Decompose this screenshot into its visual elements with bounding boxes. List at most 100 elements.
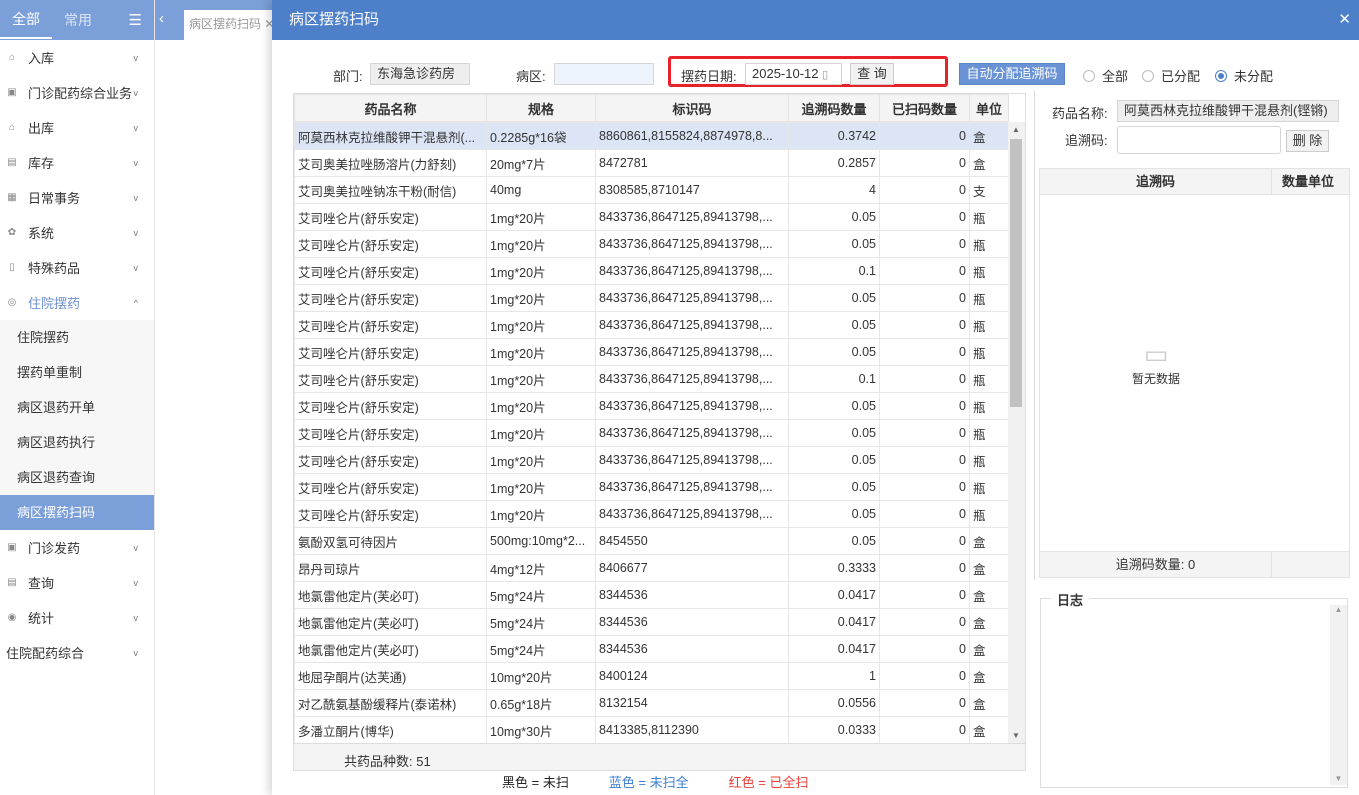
table-row[interactable]: 艾司唑仑片(舒乐安定) 1mg*20片 8433736,8647125,894137…	[294, 392, 1009, 420]
delete-button[interactable]: 删 除	[1286, 130, 1329, 152]
table-row[interactable]: 艾司唑仑片(舒乐安定) 1mg*20片 8433736,8647125,894137…	[294, 500, 1009, 528]
open-tab[interactable]: 病区摆药扫码 ✕	[184, 10, 279, 40]
sidebar-item[interactable]: ▯ 特殊药品 v	[0, 250, 154, 285]
table-row[interactable]: 地屈孕酮片(达芙通) 10mg*20片 8400124 1 0 盒	[294, 662, 1009, 690]
chevron-down-icon: v	[133, 612, 139, 623]
trace-table-header: 追溯码 数量单位	[1040, 169, 1349, 195]
auto-assign-button[interactable]: 自动分配追溯码	[959, 63, 1065, 85]
radio-unassigned[interactable]: 未分配	[1215, 66, 1273, 85]
sidebar-item[interactable]: ✿ 系统 v	[0, 215, 154, 250]
date-picker[interactable]: 2025-10-12 ▯	[745, 63, 842, 85]
col-trace-qty[interactable]: 追溯码数量	[788, 94, 880, 122]
scroll-up-icon[interactable]: ▲	[1012, 125, 1020, 134]
trace-count: 追溯码数量: 0	[1040, 552, 1272, 577]
radio-all[interactable]: 全部	[1083, 66, 1128, 85]
table-row[interactable]: 艾司唑仑片(舒乐安定) 1mg*20片 8433736,8647125,894137…	[294, 257, 1009, 285]
drug-name-field[interactable]: 阿莫西林克拉维酸钾干混悬剂(铿锵)	[1117, 100, 1339, 122]
table-row[interactable]: 艾司唑仑片(舒乐安定) 1mg*20片 8433736,8647125,894137…	[294, 230, 1009, 258]
cell-unit: 瓶	[969, 473, 1009, 501]
table-row[interactable]: 艾司唑仑片(舒乐安定) 1mg*20片 8433736,8647125,894137…	[294, 284, 1009, 312]
table-scrollbar[interactable]: ▲ ▼	[1008, 122, 1025, 743]
sidebar-item[interactable]: ▤ 查询 v	[0, 565, 154, 600]
scroll-down-icon[interactable]: ▼	[1012, 731, 1020, 740]
sidebar-item[interactable]: ▣ 门诊发药 v	[0, 530, 154, 565]
table-row[interactable]: 氨酚双氢可待因片 500mg:10mg*2... 8454550 0.05 0 盒	[294, 527, 1009, 555]
cell-spec: 1mg*20片	[486, 230, 596, 258]
table-row[interactable]: 地氯雷他定片(芙必叮) 5mg*24片 8344536 0.0417 0 盒	[294, 635, 1009, 663]
col-trace-code[interactable]: 追溯码	[1040, 169, 1272, 194]
table-row[interactable]: 昂丹司琼片 4mg*12片 8406677 0.3333 0 盒	[294, 554, 1009, 582]
sidebar-item[interactable]: ▦ 日常事务 v	[0, 180, 154, 215]
table-row[interactable]: 地氯雷他定片(芙必叮) 5mg*24片 8344536 0.0417 0 盒	[294, 608, 1009, 636]
chevron-left-icon[interactable]: ‹	[159, 10, 164, 27]
table-row[interactable]: 艾司唑仑片(舒乐安定) 1mg*20片 8433736,8647125,894137…	[294, 203, 1009, 231]
table-header: 药品名称 规格 标识码 追溯码数量 已扫码数量 单位	[294, 94, 1009, 122]
sidebar-item[interactable]: ⌂ 出库 v	[0, 110, 154, 145]
trace-code-input[interactable]	[1117, 126, 1281, 154]
table-row[interactable]: 艾司唑仑片(舒乐安定) 1mg*20片 8433736,8647125,894137…	[294, 446, 1009, 474]
scroll-thumb[interactable]	[1010, 139, 1022, 407]
cell-unit: 盒	[969, 689, 1009, 717]
ward-field[interactable]	[554, 63, 654, 85]
radio-circle[interactable]	[1215, 69, 1227, 82]
col-unit[interactable]: 单位	[969, 94, 1009, 122]
dept-field[interactable]: 东海急诊药房	[370, 63, 470, 85]
table-row[interactable]: 艾司唑仑片(舒乐安定) 1mg*20片 8433736,8647125,894137…	[294, 338, 1009, 366]
log-scrollbar[interactable]: ▲ ▼	[1330, 605, 1347, 785]
cell-unit: 盒	[969, 527, 1009, 555]
empty-text: 暂无数据	[1131, 372, 1180, 386]
cell-spec: 500mg:10mg*2...	[486, 527, 596, 555]
sidebar-subitem[interactable]: 病区摆药扫码	[0, 495, 154, 530]
radio-circle[interactable]	[1142, 69, 1154, 82]
sidebar-subitem[interactable]: 病区退药开单	[0, 390, 154, 425]
col-code[interactable]: 标识码	[595, 94, 789, 122]
table-row[interactable]: 艾司唑仑片(舒乐安定) 1mg*20片 8433736,8647125,894137…	[294, 473, 1009, 501]
cell-scanned-qty: 0	[879, 311, 970, 339]
radio-circle[interactable]	[1083, 69, 1095, 82]
legend-partial: 蓝色 = 未扫全	[608, 775, 689, 790]
sidebar-subitem[interactable]: 住院摆药	[0, 320, 154, 355]
table-row[interactable]: 艾司唑仑片(舒乐安定) 1mg*20片 8433736,8647125,894137…	[294, 365, 1009, 393]
sidebar-subitem[interactable]: 病区退药执行	[0, 425, 154, 460]
col-name[interactable]: 药品名称	[294, 94, 487, 122]
query-button[interactable]: 查 询	[850, 63, 894, 85]
col-scanned-qty[interactable]: 已扫码数量	[879, 94, 970, 122]
tab-common[interactable]: 常用	[52, 0, 104, 40]
cell-spec: 4mg*12片	[486, 554, 596, 582]
sidebar-item[interactable]: 住院配药综合 v	[0, 635, 154, 670]
table-row[interactable]: 地氯雷他定片(芙必叮) 5mg*24片 8344536 0.0417 0 盒	[294, 581, 1009, 609]
cell-trace-qty: 0.05	[788, 446, 880, 474]
table-row[interactable]: 阿莫西林克拉维酸钾干混悬剂(... 0.2285g*16袋 8860861,8155…	[294, 122, 1009, 150]
col-qty-unit[interactable]: 数量单位	[1272, 169, 1344, 194]
calendar-icon[interactable]: ▯	[822, 69, 828, 81]
scroll-up-icon[interactable]: ▲	[1330, 605, 1347, 614]
sidebar-item[interactable]: ▣ 门诊配药综合业务 v	[0, 75, 154, 110]
sidebar-item[interactable]: ◉ 统计 v	[0, 600, 154, 635]
close-icon[interactable]: ✕	[1338, 0, 1351, 40]
table-row[interactable]: 艾司奥美拉唑肠溶片(力舒刻) 20mg*7片 8472781 0.2857 0 盒	[294, 149, 1009, 177]
col-spec[interactable]: 规格	[486, 94, 596, 122]
sidebar-item[interactable]: ⌂ 入库 v	[0, 40, 154, 75]
table-row[interactable]: 艾司唑仑片(舒乐安定) 1mg*20片 8433736,8647125,894137…	[294, 419, 1009, 447]
table-row[interactable]: 多潘立酮片(博华) 10mg*30片 8413385,8112390 0.0333 0 盒	[294, 716, 1009, 743]
cell-trace-qty: 0.1	[788, 257, 880, 285]
cell-code: 8344536	[595, 608, 789, 636]
sidebar-menu: ⌂ 入库 v ▣ 门诊配药综合业务 v ⌂ 出库 v ▤ 库存 v ▦ 日常事务 v ✿ 系统 v ▯ 特殊药品 v ◎ 住…	[0, 40, 154, 670]
sidebar-subitem[interactable]: 病区退药查询	[0, 460, 154, 495]
cell-scanned-qty: 0	[879, 338, 970, 366]
cell-spec: 1mg*20片	[486, 419, 596, 447]
scroll-down-icon[interactable]: ▼	[1330, 774, 1347, 783]
cell-spec: 1mg*20片	[486, 257, 596, 285]
table-row[interactable]: 对乙酰氨基酚缓释片(泰诺林) 0.65g*18片 8132154 0.0556 0 盒	[294, 689, 1009, 717]
cell-scanned-qty: 0	[879, 500, 970, 528]
menu-collapse-icon[interactable]: ☰	[129, 11, 142, 29]
cell-name: 地氯雷他定片(芙必叮)	[294, 608, 487, 636]
tab-all[interactable]: 全部	[0, 1, 52, 39]
sidebar-item[interactable]: ◎ 住院摆药 ^	[0, 285, 154, 320]
radio-assigned[interactable]: 已分配	[1142, 66, 1200, 85]
table-row[interactable]: 艾司唑仑片(舒乐安定) 1mg*20片 8433736,8647125,894137…	[294, 311, 1009, 339]
sidebar-item[interactable]: ▤ 库存 v	[0, 145, 154, 180]
table-footer: 共药品种数: 51	[294, 743, 1025, 770]
table-row[interactable]: 艾司奥美拉唑钠冻干粉(耐信) 40mg 8308585,8710147 4 0 支	[294, 176, 1009, 204]
sidebar-subitem[interactable]: 摆药单重制	[0, 355, 154, 390]
